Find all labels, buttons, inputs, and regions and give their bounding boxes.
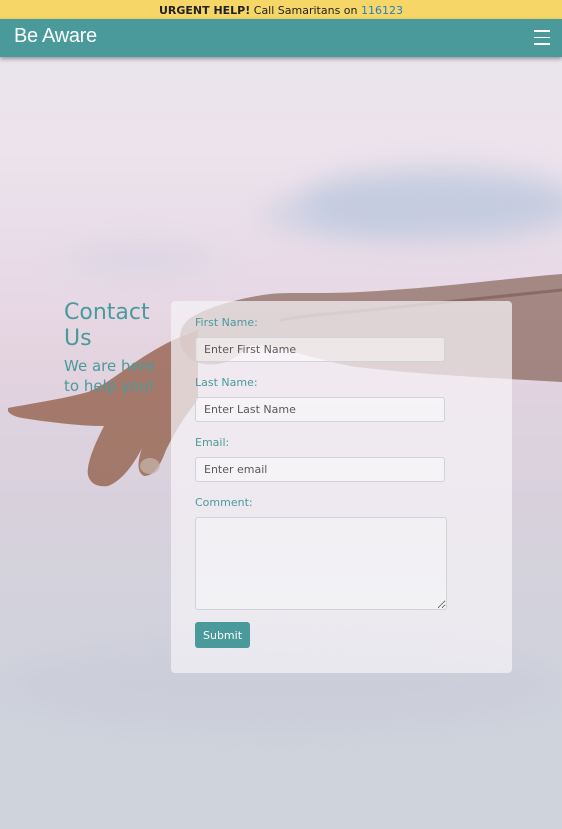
comment-textarea[interactable] [195,517,447,610]
urgent-text: Call Samaritans on [250,4,362,17]
hamburger-menu-icon[interactable] [534,30,550,46]
last-name-input[interactable] [195,397,445,422]
email-input[interactable] [195,457,445,482]
brand-logo[interactable]: Be Aware [14,25,97,48]
comment-label: Comment: [195,496,253,509]
contact-form: First Name: Last Name: Email: Comment: S… [171,301,512,673]
submit-button[interactable]: Submit [195,622,250,648]
contact-heading-block: Contact Us We are here to help you! [64,300,174,396]
first-name-label: First Name: [195,316,258,329]
page-title: Contact Us [64,300,150,351]
last-name-label: Last Name: [195,376,258,389]
urgent-label: URGENT HELP! [158,4,251,17]
navbar: Be Aware [0,19,562,57]
first-name-input[interactable] [195,337,445,362]
email-label: Email: [195,436,230,449]
samaritans-phone-link[interactable]: 116123 [361,4,403,17]
cloud-decoration [260,195,420,235]
urgent-help-banner: URGENT HELP! Call Samaritans on 116123 [0,0,562,21]
page-subtitle: We are here to help you! [64,357,155,395]
